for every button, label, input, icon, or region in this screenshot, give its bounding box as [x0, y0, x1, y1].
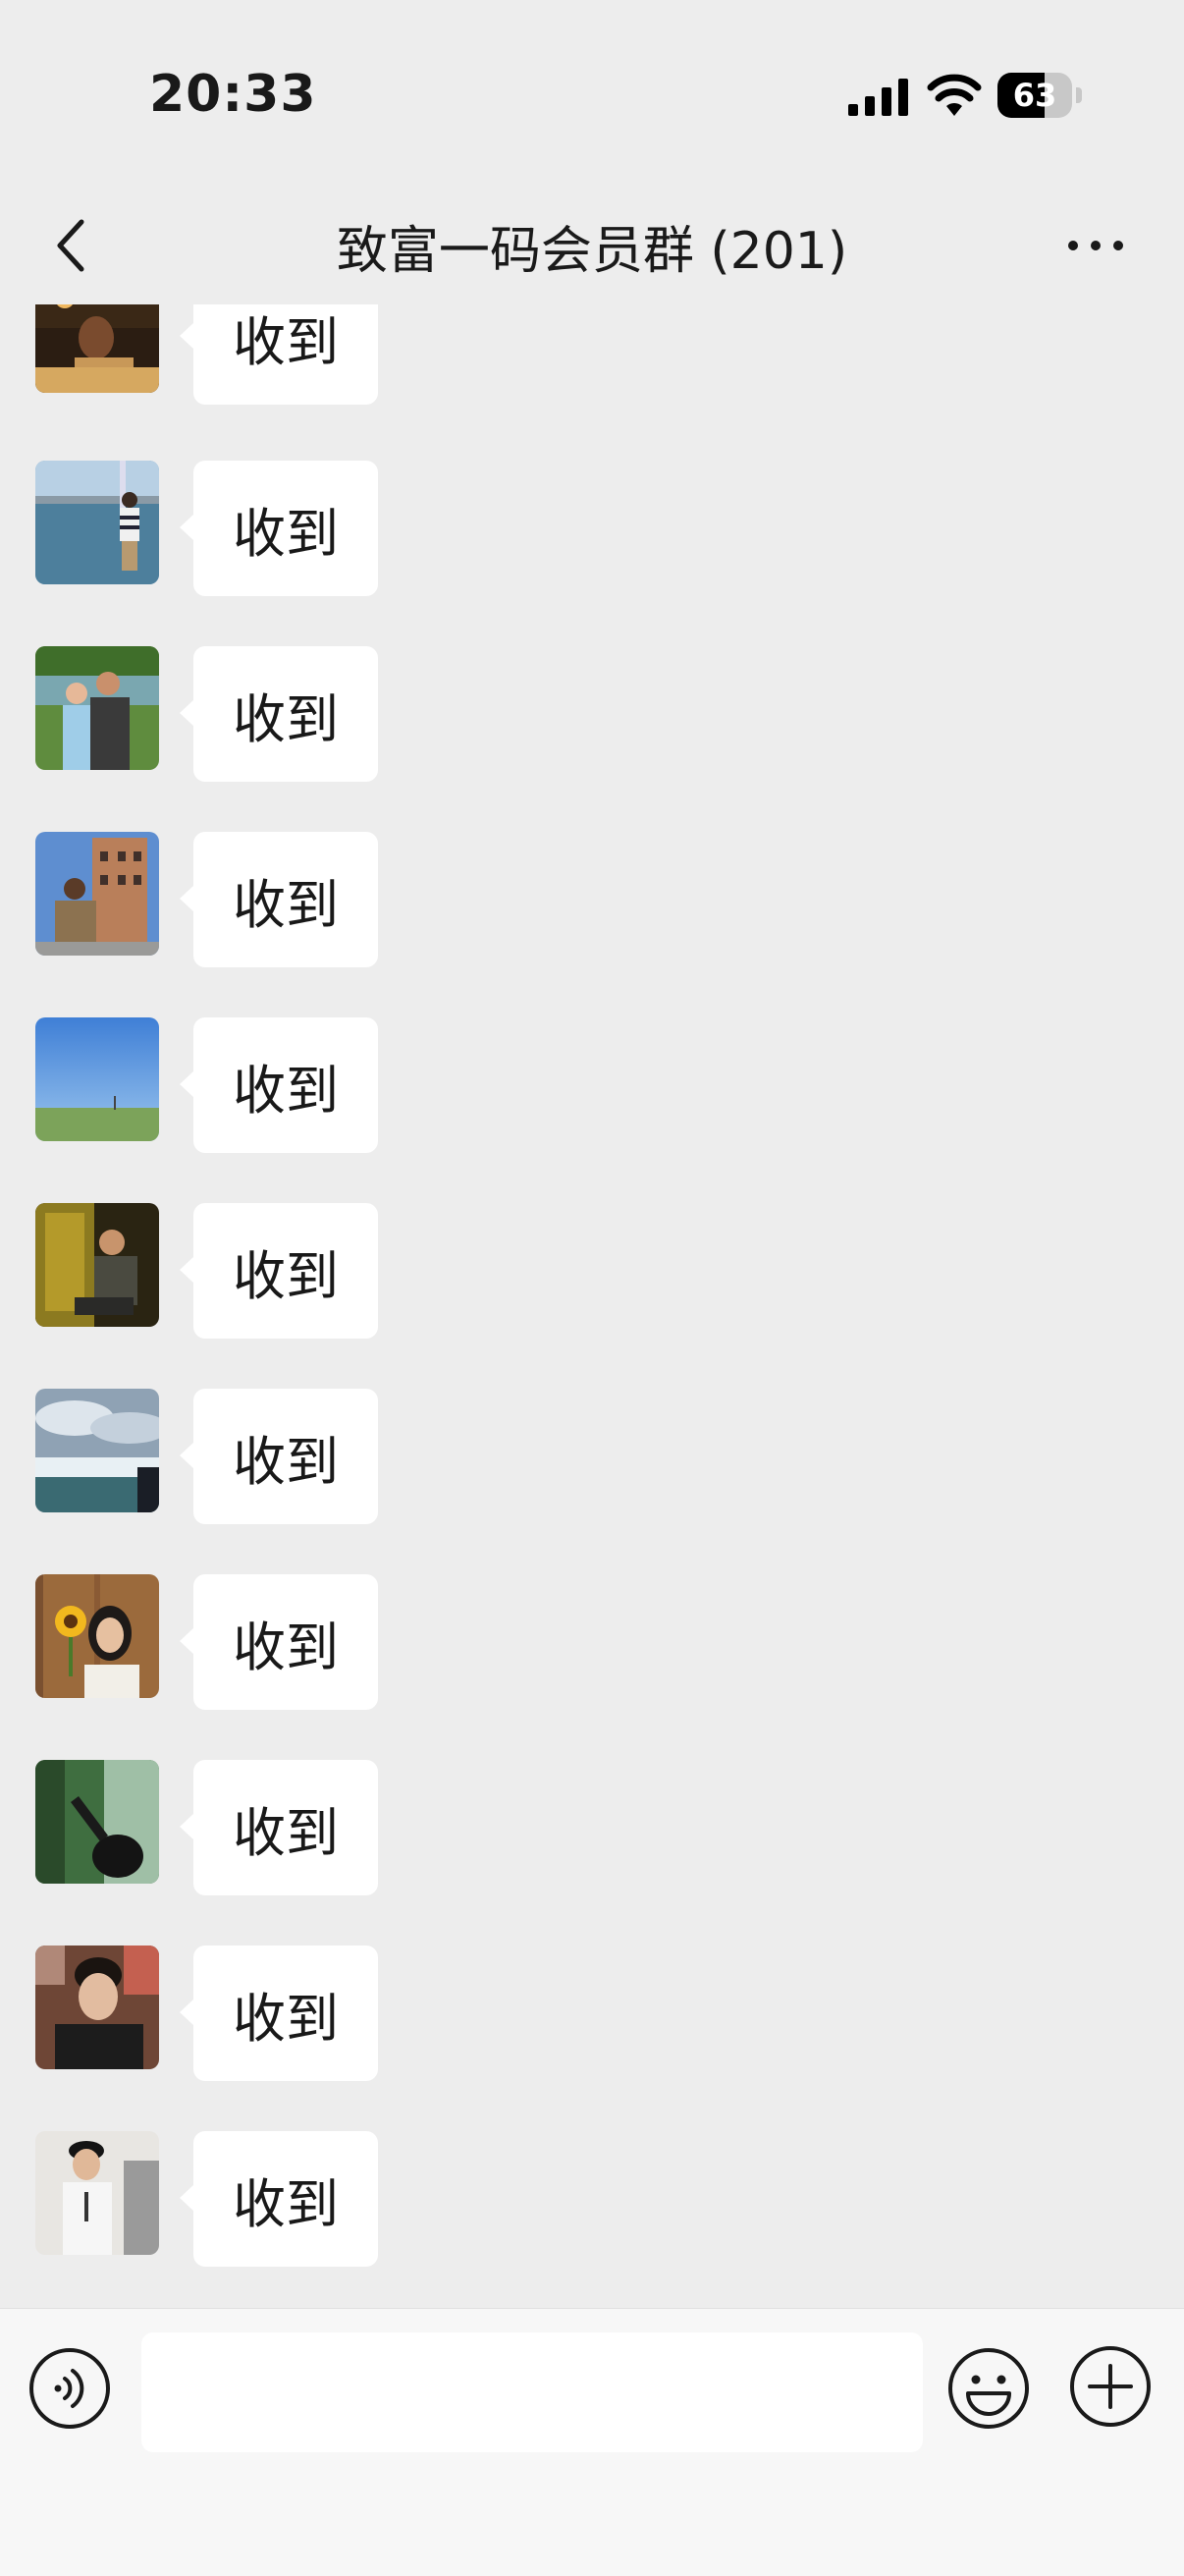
battery-level: 63: [1012, 77, 1057, 114]
sender-avatar[interactable]: [35, 1760, 159, 1884]
bubble-tail: [180, 2184, 194, 2212]
couple-by-lake-photo: [35, 646, 159, 770]
sender-avatar[interactable]: [35, 1203, 159, 1327]
message-row: 收到: [0, 1946, 1184, 2083]
waterfall-clouds-photo: [35, 1389, 159, 1512]
more-button[interactable]: [1060, 216, 1131, 275]
chat-title: 致富一码会员群 (201): [336, 221, 848, 281]
message-row: 收到: [0, 1203, 1184, 1341]
man-at-harbor-photo: [35, 461, 159, 584]
blue-sky-field-photo: [35, 1017, 159, 1141]
sender-avatar[interactable]: [35, 646, 159, 770]
message-row: 收到: [0, 832, 1184, 969]
bubble-tail: [180, 322, 194, 350]
nav-bar: 致富一码会员群 (201): [0, 187, 1184, 304]
voice-button[interactable]: [27, 2346, 112, 2431]
bubble-tail: [180, 1627, 194, 1655]
message-bubble[interactable]: 收到: [193, 1203, 378, 1339]
emoji-icon: [948, 2348, 1029, 2429]
bubble-tail: [180, 1070, 194, 1098]
message-row: 收到: [0, 1760, 1184, 1897]
message-row: 收到: [0, 304, 1184, 407]
chat-message-list[interactable]: 收到 收到 收到 收到 收到 收到 收到 收到 收到 收到 收到: [0, 304, 1184, 2308]
bubble-tail: [180, 699, 194, 727]
message-input[interactable]: [141, 2332, 923, 2452]
message-bubble[interactable]: 收到: [193, 304, 378, 405]
message-row: 收到: [0, 461, 1184, 598]
message-row: 收到: [0, 1017, 1184, 1155]
chevron-left-icon: [57, 219, 84, 272]
bubble-tail: [180, 1256, 194, 1284]
message-bubble[interactable]: 收到: [193, 2131, 378, 2267]
battery-icon: 63: [997, 73, 1072, 118]
sender-avatar[interactable]: [35, 1389, 159, 1512]
bubble-tail: [180, 514, 194, 541]
man-with-cap-photo: [35, 2131, 159, 2255]
message-bubble[interactable]: 收到: [193, 1574, 378, 1710]
more-functions-button[interactable]: [1068, 2344, 1153, 2429]
man-at-building-photo: [35, 832, 159, 956]
night-dinner-photo: [35, 304, 159, 393]
man-sitting-photo: [35, 1203, 159, 1327]
back-button[interactable]: [35, 208, 104, 283]
message-bubble[interactable]: 收到: [193, 1760, 378, 1895]
woman-in-forest-photo: [35, 1760, 159, 1884]
message-row: 收到: [0, 1389, 1184, 1526]
battery-tip: [1076, 87, 1082, 103]
bubble-tail: [180, 1999, 194, 2026]
young-man-photo: [35, 1946, 159, 2069]
status-bar: 20:33 63: [0, 0, 1184, 187]
girl-with-sunflower-photo: [35, 1574, 159, 1698]
message-bubble[interactable]: 收到: [193, 1389, 378, 1524]
sender-avatar[interactable]: [35, 1017, 159, 1141]
plus-icon: [1070, 2346, 1151, 2427]
sender-avatar[interactable]: [35, 461, 159, 584]
message-row: 收到: [0, 646, 1184, 784]
message-bubble[interactable]: 收到: [193, 1017, 378, 1153]
signal-icon: [848, 79, 908, 116]
message-row: 收到: [0, 2131, 1184, 2269]
sender-avatar[interactable]: [35, 832, 159, 956]
bubble-tail: [180, 1442, 194, 1469]
emoji-button[interactable]: [946, 2346, 1031, 2431]
sender-avatar[interactable]: [35, 1574, 159, 1698]
message-bubble[interactable]: 收到: [193, 1946, 378, 2081]
wifi-icon: [927, 74, 982, 116]
sender-avatar[interactable]: [35, 2131, 159, 2255]
bubble-tail: [180, 885, 194, 912]
message-bubble[interactable]: 收到: [193, 832, 378, 967]
voice-icon: [29, 2348, 110, 2429]
message-bubble[interactable]: 收到: [193, 461, 378, 596]
battery-indicator: 63: [997, 73, 1082, 118]
sender-avatar[interactable]: [35, 1946, 159, 2069]
chat-input-bar: [0, 2308, 1184, 2576]
sender-avatar[interactable]: [35, 304, 159, 393]
status-time: 20:33: [149, 65, 317, 124]
message-row: 收到: [0, 1574, 1184, 1712]
more-dots-icon: [1068, 241, 1123, 250]
message-bubble[interactable]: 收到: [193, 646, 378, 782]
bubble-tail: [180, 1813, 194, 1840]
